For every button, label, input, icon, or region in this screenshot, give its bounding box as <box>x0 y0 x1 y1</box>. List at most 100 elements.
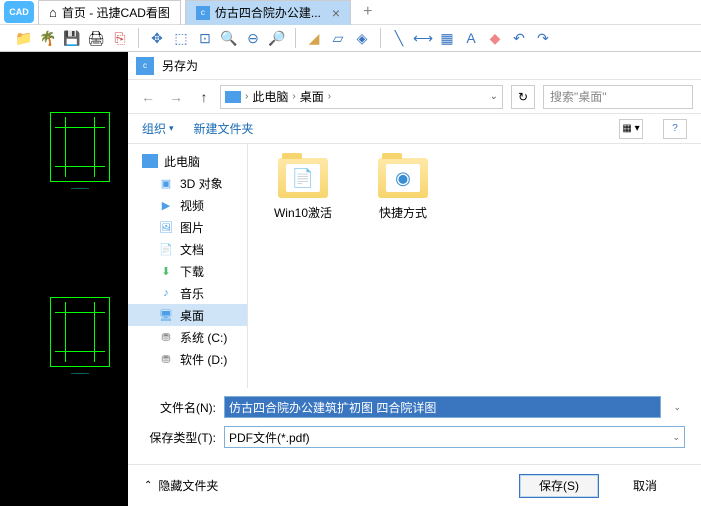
file-label: 快捷方式 <box>379 206 427 220</box>
tab-home-label: 首页 - 迅捷CAD看图 <box>62 4 170 21</box>
separator <box>295 28 296 48</box>
separator <box>138 28 139 48</box>
app-icon: CAD <box>4 1 34 23</box>
dialog-toolbar: 组织 ▾ 新建文件夹 ▦ ▾ ? <box>128 114 701 144</box>
refresh-button[interactable]: ↻ <box>511 85 535 109</box>
palm-icon[interactable]: 🌴 <box>38 28 58 48</box>
file-list[interactable]: 📄 Win10激活 ◉ 快捷方式 <box>248 144 701 388</box>
chevron-down-icon: ▾ <box>169 123 174 134</box>
zoom-out-icon[interactable]: ⊖ <box>243 28 263 48</box>
chevron-up-icon[interactable]: ⌃ <box>144 480 152 491</box>
tree-this-pc[interactable]: 此电脑 <box>128 150 247 172</box>
folder-icon: 📄 <box>278 158 328 198</box>
pc-icon <box>142 154 158 168</box>
undo-icon[interactable]: ↶ <box>509 28 529 48</box>
chevron-down-icon[interactable]: ⌄ <box>490 91 498 102</box>
pc-icon <box>225 91 241 103</box>
filetype-select[interactable]: PDF文件(*.pdf) ⌄ <box>224 426 685 448</box>
filetype-value: PDF文件(*.pdf) <box>229 429 310 446</box>
cancel-button[interactable]: 取消 <box>605 474 685 498</box>
tree-pictures[interactable]: 🖼图片 <box>128 216 247 238</box>
tab-active-label: 仿古四合院办公建... <box>215 4 321 21</box>
folder-icon: ◉ <box>378 158 428 198</box>
help-button[interactable]: ? <box>663 119 687 139</box>
erase-icon[interactable]: ◆ <box>485 28 505 48</box>
cad-file-icon: c <box>196 6 210 20</box>
chevron-right-icon: › <box>328 91 331 102</box>
disk-icon: ⛃ <box>158 352 174 366</box>
dialog-fields: 文件名(N): ⌄ 保存类型(T): PDF文件(*.pdf) ⌄ <box>128 388 701 464</box>
cad-drawing-thumb <box>50 112 110 182</box>
area-icon[interactable]: ▦ <box>437 28 457 48</box>
file-label: Win10激活 <box>274 206 332 220</box>
crumb-desktop[interactable]: 桌面 <box>300 88 324 105</box>
layer-icon[interactable]: ◢ <box>304 28 324 48</box>
title-bar: CAD ⌂ 首页 - 迅捷CAD看图 c 仿古四合院办公建... × + <box>0 0 701 25</box>
up-icon[interactable]: ↑ <box>192 85 216 109</box>
measure-icon[interactable]: ╲ <box>389 28 409 48</box>
hide-folders-link[interactable]: 隐藏文件夹 <box>158 477 218 494</box>
zoom-in-icon[interactable]: 🔍 <box>219 28 239 48</box>
box-icon[interactable]: ▱ <box>328 28 348 48</box>
tree-videos[interactable]: ▶视频 <box>128 194 247 216</box>
breadcrumb[interactable]: › 此电脑 › 桌面 › ⌄ <box>220 85 503 109</box>
tree-desktop[interactable]: 🖥桌面 <box>128 304 247 326</box>
tab-new[interactable]: + <box>355 0 380 25</box>
cube-icon[interactable]: ◈ <box>352 28 372 48</box>
save-icon[interactable]: 💾 <box>62 28 82 48</box>
tab-document-active[interactable]: c 仿古四合院办公建... × <box>185 0 351 25</box>
dialog-body: 此电脑 ▣3D 对象 ▶视频 🖼图片 📄文档 ⬇下载 ♪音乐 🖥桌面 ⛃系统 (… <box>128 144 701 388</box>
close-icon[interactable]: × <box>332 5 340 21</box>
tab-home[interactable]: ⌂ 首页 - 迅捷CAD看图 <box>38 0 181 25</box>
cad-thumb-label: ——— <box>50 371 110 377</box>
main-toolbar: 📁 🌴 💾 🖨 ⎘ ✥ ⬚ ⊡ 🔍 ⊖ 🔎 ◢ ▱ ◈ ╲ ⟷ ▦ A ◆ ↶ … <box>0 25 701 52</box>
chevron-down-icon[interactable]: ⌄ <box>669 402 685 413</box>
dimension-icon[interactable]: ⟷ <box>413 28 433 48</box>
filename-input[interactable] <box>224 396 661 418</box>
print-icon[interactable]: 🖨 <box>86 28 106 48</box>
home-icon: ⌂ <box>49 5 57 20</box>
picture-icon: 🖼 <box>158 220 174 234</box>
separator <box>380 28 381 48</box>
folder-shortcuts[interactable]: ◉ 快捷方式 <box>368 158 438 221</box>
dialog-footer: ⌃ 隐藏文件夹 保存(S) 取消 <box>128 464 701 506</box>
cad-thumb-label: ——— <box>50 186 110 192</box>
dialog-title: 另存为 <box>162 57 198 74</box>
view-options-button[interactable]: ▦ ▾ <box>619 119 643 139</box>
zoom-realtime-icon[interactable]: 🔎 <box>267 28 287 48</box>
folder-tree[interactable]: 此电脑 ▣3D 对象 ▶视频 🖼图片 📄文档 ⬇下载 ♪音乐 🖥桌面 ⛃系统 (… <box>128 144 248 388</box>
save-as-dialog: c 另存为 ← → ↑ › 此电脑 › 桌面 › ⌄ ↻ 搜索"桌面" <box>128 52 701 506</box>
export-icon[interactable]: ⎘ <box>110 28 130 48</box>
cube-icon: ▣ <box>158 176 174 190</box>
tree-music[interactable]: ♪音乐 <box>128 282 247 304</box>
forward-icon[interactable]: → <box>164 85 188 109</box>
organize-button[interactable]: 组织 ▾ <box>142 120 174 137</box>
tree-documents[interactable]: 📄文档 <box>128 238 247 260</box>
zoom-window-icon[interactable]: ⬚ <box>171 28 191 48</box>
pan-icon[interactable]: ✥ <box>147 28 167 48</box>
music-icon: ♪ <box>158 286 174 300</box>
download-icon: ⬇ <box>158 264 174 278</box>
disk-icon: ⛃ <box>158 330 174 344</box>
tree-3d-objects[interactable]: ▣3D 对象 <box>128 172 247 194</box>
text-icon[interactable]: A <box>461 28 481 48</box>
search-input[interactable]: 搜索"桌面" <box>543 85 693 109</box>
tree-disk-d[interactable]: ⛃软件 (D:) <box>128 348 247 370</box>
dialog-nav: ← → ↑ › 此电脑 › 桌面 › ⌄ ↻ 搜索"桌面" <box>128 80 701 114</box>
tree-downloads[interactable]: ⬇下载 <box>128 260 247 282</box>
open-icon[interactable]: 📁 <box>14 28 34 48</box>
folder-win10[interactable]: 📄 Win10激活 <box>268 158 338 221</box>
zoom-extents-icon[interactable]: ⊡ <box>195 28 215 48</box>
chevron-right-icon: › <box>245 91 248 102</box>
chevron-down-icon: ⌄ <box>672 432 680 443</box>
tree-disk-c[interactable]: ⛃系统 (C:) <box>128 326 247 348</box>
crumb-pc[interactable]: 此电脑 <box>252 88 288 105</box>
filename-label: 文件名(N): <box>144 399 216 416</box>
new-folder-button[interactable]: 新建文件夹 <box>194 120 254 137</box>
back-icon[interactable]: ← <box>136 85 160 109</box>
redo-icon[interactable]: ↷ <box>533 28 553 48</box>
save-button[interactable]: 保存(S) <box>519 474 599 498</box>
cad-canvas[interactable]: ——— ——— <box>0 52 128 506</box>
cad-app-icon: c <box>136 57 154 75</box>
document-icon: 📄 <box>158 242 174 256</box>
